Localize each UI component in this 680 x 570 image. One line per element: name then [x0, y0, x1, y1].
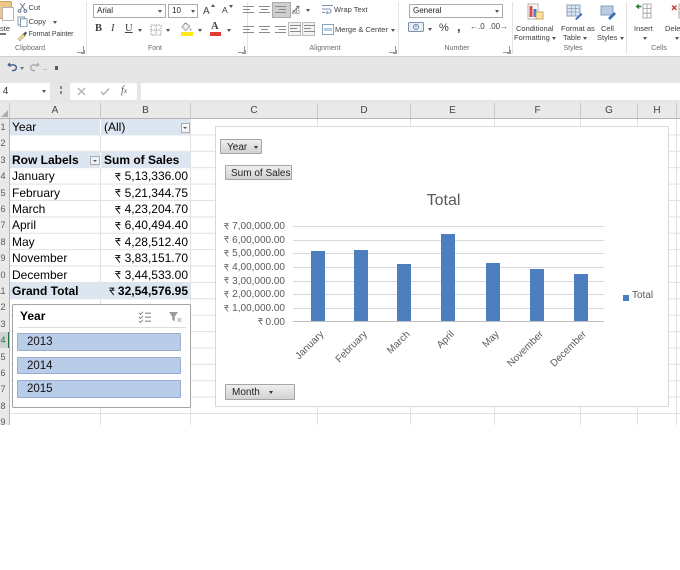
svg-text:ab: ab — [292, 9, 300, 15]
